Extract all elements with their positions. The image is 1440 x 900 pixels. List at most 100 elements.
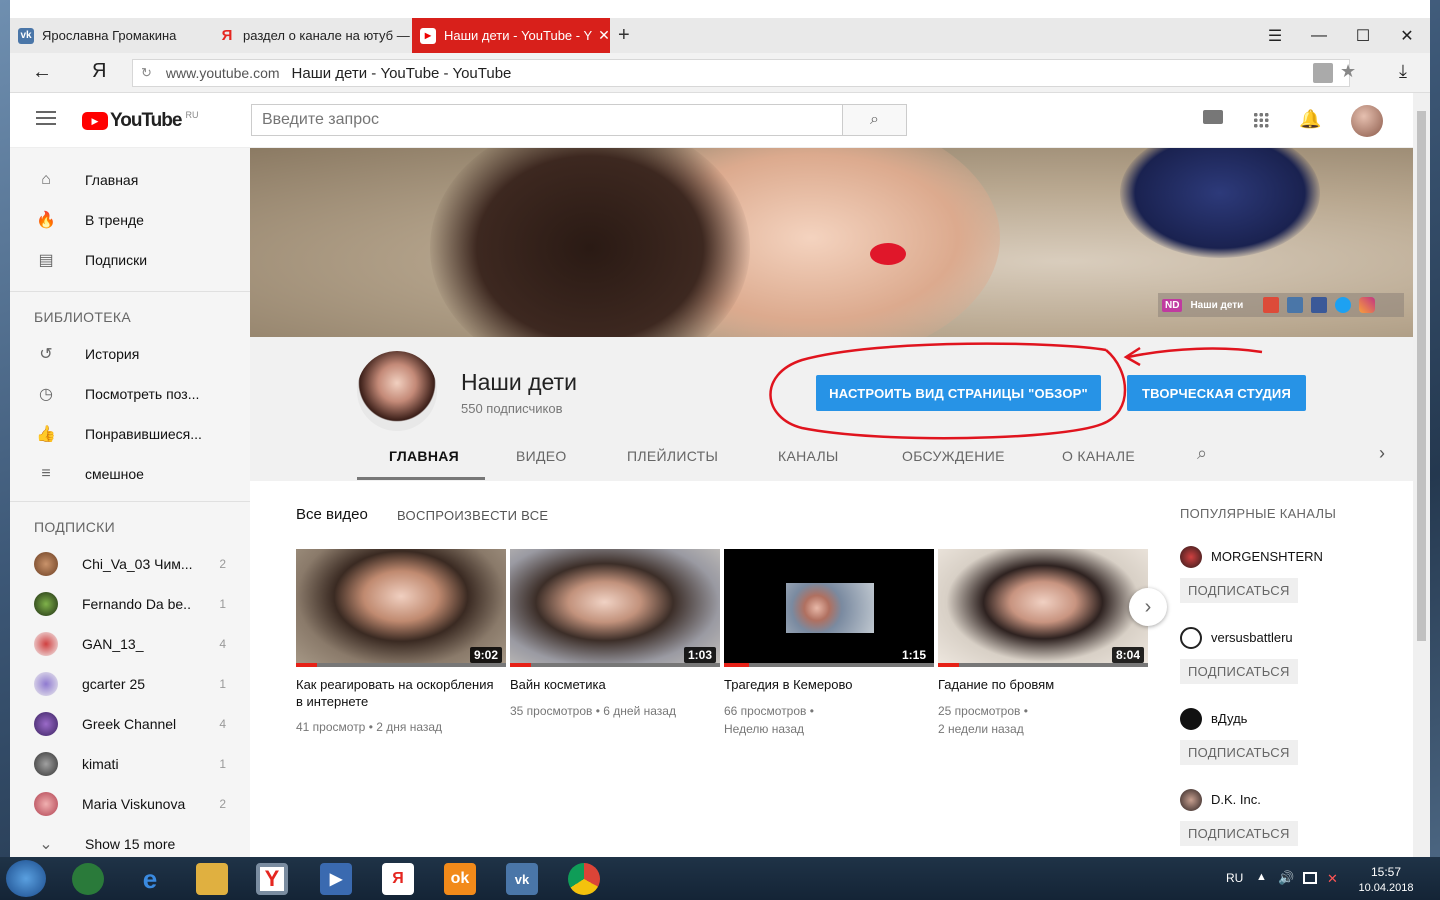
search-input[interactable] bbox=[251, 104, 843, 136]
video-thumbnail[interactable]: 9:02 bbox=[296, 549, 506, 667]
tray-arrow-icon[interactable]: ▲ bbox=[1256, 871, 1267, 883]
play-logo-icon: ▶ bbox=[82, 112, 108, 130]
vk-link-icon[interactable] bbox=[1287, 297, 1304, 313]
tab-youtube[interactable]: ▶ Наши дети - YouTube - Y ✕ bbox=[412, 18, 610, 53]
back-icon[interactable]: ← bbox=[32, 61, 52, 84]
start-button[interactable] bbox=[6, 860, 46, 897]
carousel-next-button[interactable]: › bbox=[1129, 588, 1167, 626]
subscription-item[interactable]: Chi_Va_03 Чим... 2 bbox=[10, 544, 250, 584]
maximize-button[interactable]: ☐ bbox=[1341, 18, 1385, 53]
instagram-icon[interactable] bbox=[1359, 297, 1376, 313]
search-button[interactable]: ⌕ bbox=[842, 104, 907, 136]
vk-icon[interactable]: vk bbox=[506, 863, 538, 895]
sidebar-item-watch-later[interactable]: ◷ Посмотреть поз... bbox=[10, 374, 250, 414]
facebook-icon[interactable] bbox=[1311, 297, 1328, 313]
tab-yandex[interactable]: Я раздел о канале на ютуб — bbox=[211, 18, 411, 53]
channel-name[interactable]: versusbattleru bbox=[1211, 630, 1293, 645]
avatar bbox=[34, 712, 58, 736]
banner-channel-label[interactable]: Наши дети bbox=[1190, 300, 1243, 311]
video-title[interactable]: Гадание по бровям bbox=[938, 676, 1143, 693]
lock-icon[interactable] bbox=[1313, 63, 1333, 83]
subscription-item[interactable]: Greek Channel 4 bbox=[10, 704, 250, 744]
sidebar-item-playlist[interactable]: ≡ смешное bbox=[10, 454, 250, 494]
tab-about[interactable]: О КАНАЛЕ bbox=[1062, 448, 1135, 464]
apps-icon[interactable] bbox=[1253, 112, 1269, 128]
menu-icon[interactable]: ☰ bbox=[1253, 18, 1297, 53]
channel-name[interactable]: вДудь bbox=[1211, 711, 1247, 726]
channel-search-icon[interactable]: ⌕ bbox=[1197, 443, 1207, 464]
sidebar-item-trending[interactable]: 🔥 В тренде bbox=[10, 200, 250, 240]
video-thumbnail[interactable]: 1:15 bbox=[724, 549, 934, 667]
tab-videos[interactable]: ВИДЕО bbox=[516, 448, 567, 464]
subscription-item[interactable]: Maria Viskunova 2 bbox=[10, 784, 250, 824]
volume-icon[interactable]: 🔊 bbox=[1278, 870, 1294, 886]
clock-time[interactable]: 15:57 bbox=[1356, 865, 1416, 879]
video-title[interactable]: Трагедия в Кемерово bbox=[724, 676, 929, 693]
close-window-button[interactable]: ✕ bbox=[1385, 18, 1429, 53]
video-title[interactable]: Вайн косметика bbox=[510, 676, 715, 693]
sidebar-item-home[interactable]: ⌂ Главная bbox=[10, 160, 250, 200]
subscription-label: GAN_13_ bbox=[82, 636, 144, 652]
ie-icon[interactable]: e bbox=[134, 863, 166, 895]
upload-video-icon[interactable] bbox=[1203, 110, 1223, 124]
channel-name[interactable]: MORGENSHTERN bbox=[1211, 549, 1323, 564]
tab-home[interactable]: ГЛАВНАЯ bbox=[389, 448, 459, 464]
folder-icon[interactable] bbox=[196, 863, 228, 895]
subscription-item[interactable]: GAN_13_ 4 bbox=[10, 624, 250, 664]
url-domain: www.youtube.com bbox=[165, 65, 280, 81]
video-title[interactable]: Как реагировать на оскорбления в интерне… bbox=[296, 676, 501, 710]
twitter-icon[interactable] bbox=[1335, 297, 1352, 313]
app-icon[interactable] bbox=[72, 863, 104, 895]
tab-discussion[interactable]: ОБСУЖДЕНИЕ bbox=[902, 448, 1005, 464]
new-tab-button[interactable]: + bbox=[618, 24, 630, 47]
url-field[interactable]: ↻ www.youtube.com Наши дети - YouTube - … bbox=[132, 59, 1350, 87]
subscribe-button[interactable]: ПОДПИСАТЬСЯ bbox=[1180, 821, 1298, 846]
scrollbar[interactable] bbox=[1413, 93, 1430, 857]
account-avatar[interactable] bbox=[1351, 105, 1383, 137]
play-all-button[interactable]: ВОСПРОИЗВЕСТИ ВСЕ bbox=[397, 508, 548, 523]
media-player-icon[interactable]: ▶ bbox=[320, 863, 352, 895]
bookmark-star-icon[interactable]: ★ bbox=[1340, 61, 1356, 82]
language-indicator[interactable]: RU bbox=[1226, 871, 1243, 885]
video-thumbnail[interactable]: 1:03 bbox=[510, 549, 720, 667]
tab-channels[interactable]: КАНАЛЫ bbox=[778, 448, 839, 464]
avatar[interactable] bbox=[1180, 546, 1202, 568]
channel-name[interactable]: D.K. Inc. bbox=[1211, 792, 1261, 807]
chrome-icon[interactable] bbox=[568, 863, 600, 895]
subscription-item[interactable]: gcarter 25 1 bbox=[10, 664, 250, 704]
avatar[interactable] bbox=[1180, 789, 1202, 811]
scrollbar-thumb[interactable] bbox=[1417, 111, 1426, 641]
notifications-icon[interactable]: 🔔 bbox=[1299, 109, 1321, 130]
subscription-item[interactable]: kimati 1 bbox=[10, 744, 250, 784]
yandex-icon[interactable]: Я bbox=[382, 863, 414, 895]
tab-playlists[interactable]: ПЛЕЙЛИСТЫ bbox=[627, 448, 718, 464]
chevron-right-icon[interactable]: › bbox=[1379, 443, 1385, 464]
odnoklassniki-icon[interactable]: ok bbox=[444, 863, 476, 895]
yandex-logo[interactable]: Я bbox=[92, 60, 106, 83]
reload-icon[interactable]: ↻ bbox=[141, 65, 152, 81]
google-plus-icon[interactable] bbox=[1263, 297, 1280, 313]
video-thumbnail[interactable]: 8:04 bbox=[938, 549, 1148, 667]
minimize-button[interactable]: — bbox=[1297, 18, 1341, 53]
subscribe-button[interactable]: ПОДПИСАТЬСЯ bbox=[1180, 740, 1298, 765]
avatar[interactable] bbox=[1180, 708, 1202, 730]
sidebar-item-subscriptions[interactable]: ▤ Подписки bbox=[10, 240, 250, 280]
all-videos-title[interactable]: Все видео bbox=[296, 506, 368, 523]
clock-date[interactable]: 10.04.2018 bbox=[1356, 882, 1416, 894]
action-center-icon[interactable]: ✕ bbox=[1327, 871, 1338, 887]
subscription-item[interactable]: Fernando Da be... 1 bbox=[10, 584, 250, 624]
sidebar-item-liked[interactable]: 👍 Понравившиеся... bbox=[10, 414, 250, 454]
subscribe-button[interactable]: ПОДПИСАТЬСЯ bbox=[1180, 659, 1298, 684]
network-icon[interactable] bbox=[1303, 872, 1317, 884]
tab-vk[interactable]: vk Ярославна Громакина bbox=[10, 18, 210, 53]
subscribe-button[interactable]: ПОДПИСАТЬСЯ bbox=[1180, 578, 1298, 603]
sidebar-item-history[interactable]: ↺ История bbox=[10, 334, 250, 374]
yandex-browser-icon[interactable]: Y bbox=[256, 863, 288, 895]
youtube-logo[interactable]: ▶ YouTube RU bbox=[82, 110, 198, 132]
avatar[interactable] bbox=[1180, 627, 1202, 649]
show-more-button[interactable]: ⌄ Show 15 more bbox=[10, 824, 250, 857]
channel-avatar[interactable] bbox=[357, 351, 437, 431]
guide-menu-icon[interactable] bbox=[36, 111, 56, 125]
close-tab-icon[interactable]: ✕ bbox=[598, 27, 610, 44]
download-icon[interactable]: ⤓ bbox=[1399, 61, 1407, 82]
